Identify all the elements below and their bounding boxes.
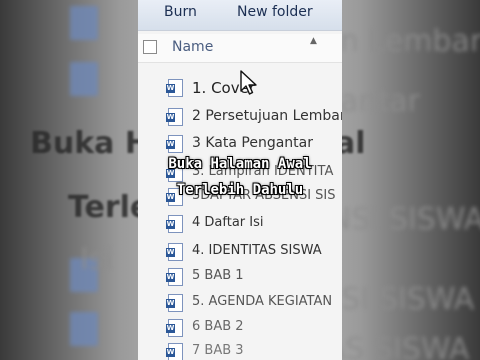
file-name: 2 Persetujuan Lembar [192, 108, 342, 124]
word-document-icon [166, 294, 183, 312]
mouse-pointer-icon [240, 70, 257, 95]
file-name: 5. AGENDA KEGIATAN [192, 294, 333, 309]
word-document-icon [166, 319, 183, 337]
file-name: 3 Kata Pengantar [192, 135, 313, 151]
file-name: 4 Daftar Isi [192, 215, 264, 230]
sort-up-icon: ▲ [310, 36, 317, 46]
blurred-word-icon [70, 312, 98, 346]
file-name: 4. IDENTITAS SISWA [192, 243, 322, 258]
blurred-word-icon [70, 62, 98, 96]
word-document-icon [166, 79, 183, 97]
explorer-window: Burn New folder Name ▲ 1. Cover 2 Perset… [138, 0, 342, 360]
new-folder-button[interactable]: New folder [237, 4, 313, 20]
column-header: Name ▲ [138, 34, 342, 63]
word-document-icon [166, 135, 183, 153]
blurred-text: Isi [80, 242, 113, 277]
file-name: 5 BAB 1 [192, 268, 244, 283]
word-document-icon [166, 268, 183, 286]
word-document-icon [166, 343, 183, 360]
toolbar: Burn New folder [138, 0, 342, 31]
file-name: 7 BAB 3 [192, 343, 244, 358]
blurred-text: n Lembar [340, 24, 480, 59]
name-column-header[interactable]: Name [172, 39, 213, 55]
word-document-icon [166, 215, 183, 233]
blurred-word-icon [70, 6, 98, 40]
caption-line-1: Buka Halaman Awal [168, 156, 312, 172]
blurred-text: antar [340, 84, 420, 119]
burn-button[interactable]: Burn [164, 4, 197, 20]
file-name: 6 BAB 2 [192, 319, 244, 334]
caption-line-2: Terlebih Dahulu [176, 182, 304, 198]
word-document-icon [166, 243, 183, 261]
word-document-icon [166, 108, 183, 126]
select-all-checkbox[interactable] [143, 40, 157, 54]
